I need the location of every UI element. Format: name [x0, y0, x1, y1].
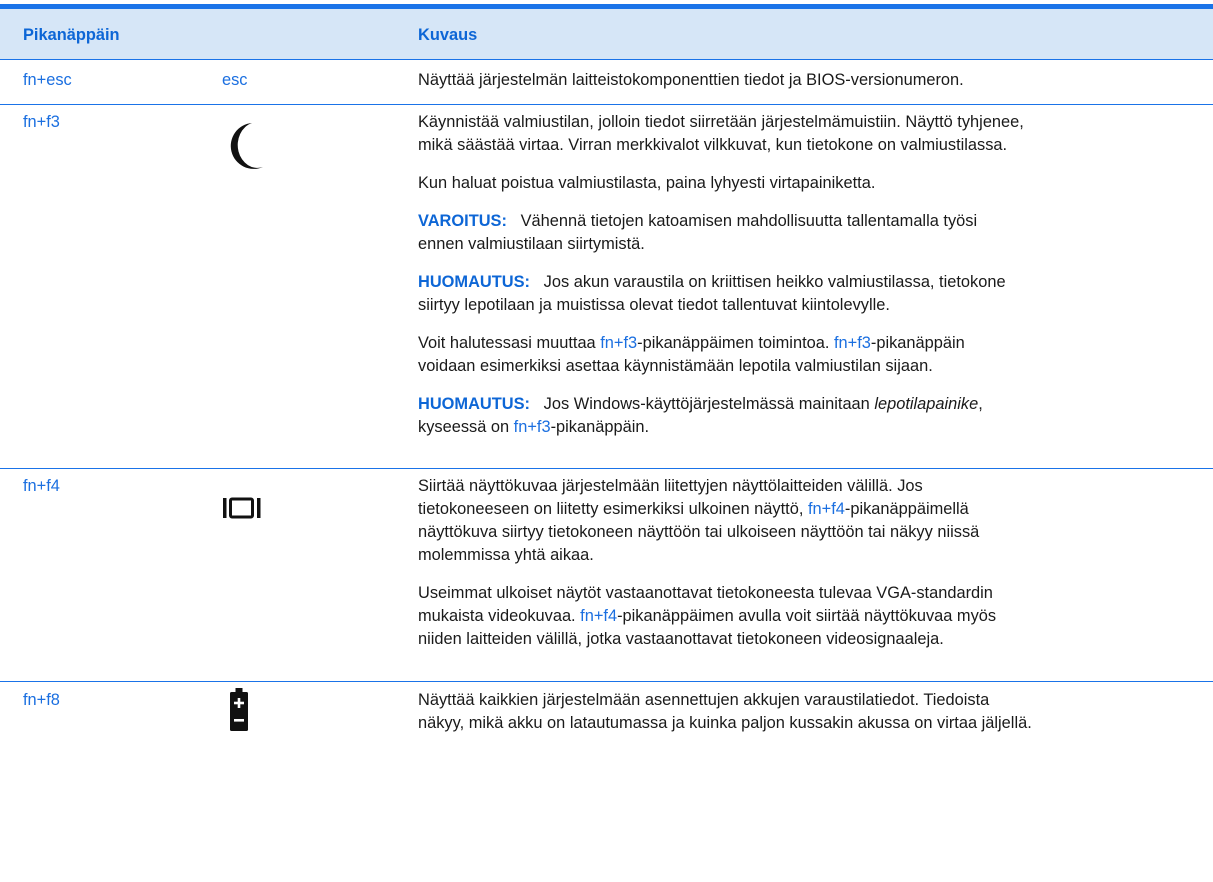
table-row: fn+f3 Käynnistää valmiustilan, jolloin t…: [0, 105, 1213, 469]
row-description: Siirtää näyttökuvaa järjestelmään liitet…: [418, 475, 1205, 651]
esc-key-label: esc: [222, 71, 248, 89]
hotkey-fn-f4: fn+f4: [23, 477, 60, 495]
desc-paragraph: Voit halutessasi muuttaa fn+f3-pikanäppä…: [418, 334, 965, 375]
desc-paragraph: Useimmat ulkoiset näytöt vastaanottavat …: [418, 584, 997, 648]
hotkey-link[interactable]: fn+f3: [834, 334, 871, 352]
note-label: HUOMAUTUS:: [418, 395, 530, 413]
hotkey-link[interactable]: fn+f4: [580, 607, 617, 625]
hotkey-fn-esc: fn+esc: [23, 71, 72, 89]
header-description: Kuvaus: [418, 26, 478, 44]
note-label: HUOMAUTUS:: [418, 273, 530, 291]
row-description: Näyttää kaikkien järjestelmään asennettu…: [418, 689, 1205, 735]
hotkey-fn-f8: fn+f8: [23, 691, 60, 709]
desc-paragraph: Käynnistää valmiustilan, jolloin tiedot …: [418, 113, 1024, 154]
hotkey-link[interactable]: fn+f3: [514, 418, 551, 436]
hotkey-table: Pikanäppäin Kuvaus fn+esc esc Näyttää jä…: [0, 4, 1213, 782]
hotkey-fn-f3: fn+f3: [23, 113, 60, 131]
note-paragraph: HUOMAUTUS: Jos akun varaustila on kriitt…: [418, 273, 1006, 314]
desc-paragraph: Näyttää kaikkien järjestelmään asennettu…: [418, 691, 1032, 732]
hotkey-link[interactable]: fn+f4: [808, 500, 845, 518]
battery-icon: [229, 688, 249, 732]
desc-paragraph: Näyttää järjestelmän laitteistokomponent…: [418, 71, 964, 89]
table-row: fn+f4 Siirtää näyttökuvaa järjestelmään …: [0, 469, 1213, 682]
table-row: fn+esc esc Näyttää järjestelmän laitteis…: [0, 60, 1213, 105]
header-hotkey: Pikanäppäin: [23, 26, 120, 44]
moon-icon: [222, 121, 264, 171]
warning-label: VAROITUS:: [418, 212, 507, 230]
desc-paragraph: Siirtää näyttökuvaa järjestelmään liitet…: [418, 477, 980, 564]
warning-note: VAROITUS: Vähennä tietojen katoamisen ma…: [418, 212, 978, 253]
hotkey-link[interactable]: fn+f3: [600, 334, 637, 352]
note-paragraph: HUOMAUTUS: Jos Windows-käyttöjärjestelmä…: [418, 395, 983, 436]
row-description: Käynnistää valmiustilan, jolloin tiedot …: [418, 111, 1205, 439]
desc-paragraph: Kun haluat poistua valmiustilasta, paina…: [418, 174, 876, 192]
table-header: Pikanäppäin Kuvaus: [0, 9, 1213, 60]
table-row: fn+f8 Näyttää kaikkien järjestelmään ase…: [0, 682, 1213, 782]
row-description: Näyttää järjestelmän laitteistokomponent…: [418, 69, 1205, 92]
display-switch-icon: [223, 497, 261, 519]
